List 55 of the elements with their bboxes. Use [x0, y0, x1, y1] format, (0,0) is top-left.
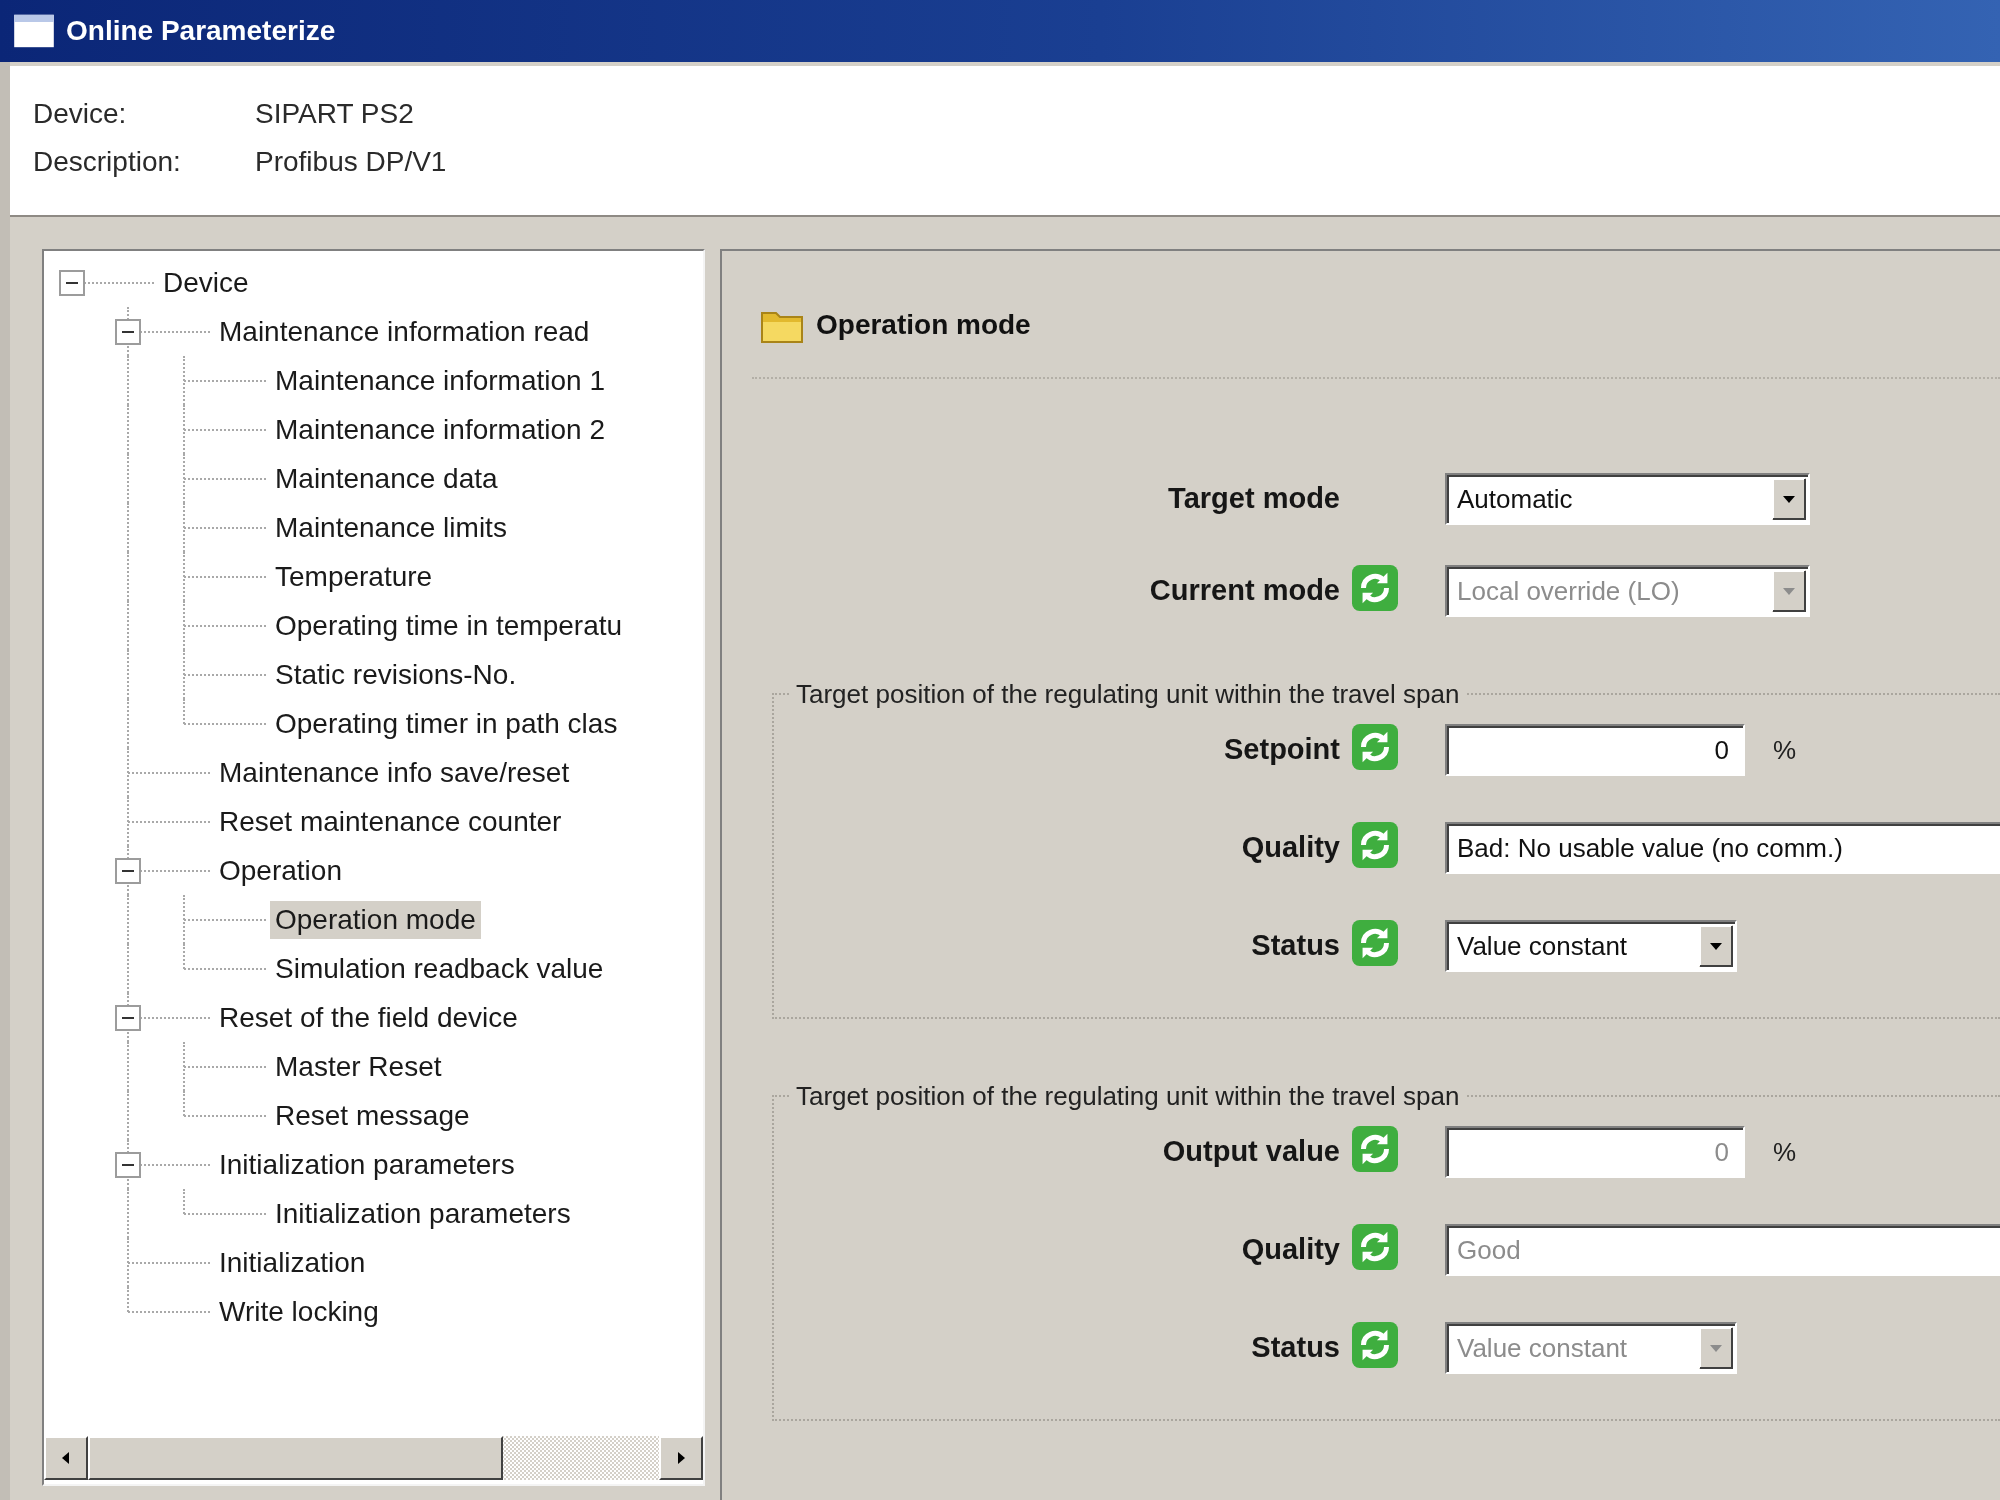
- field-label: Setpoint: [1223, 732, 1340, 768]
- tree-item[interactable]: Temperature: [270, 557, 438, 596]
- field-label: Status: [1250, 1330, 1340, 1366]
- tree-item[interactable]: Initialization parameters: [270, 1194, 576, 1233]
- group-legend: Target position of the regulating unit within the travel span: [790, 1079, 1466, 1113]
- scrollbar-thumb[interactable]: [88, 1436, 503, 1480]
- info-label: Device:: [33, 97, 128, 131]
- window-icon: [12, 13, 56, 49]
- tree-item[interactable]: Simulation readback value: [270, 949, 609, 988]
- tree-item[interactable]: Maintenance info save/reset: [214, 753, 575, 792]
- tree-item[interactable]: Maintenance limits: [270, 508, 512, 547]
- tree-item[interactable]: Initialization parameters: [214, 1145, 520, 1184]
- tree-item[interactable]: Maintenance data: [270, 459, 503, 498]
- collapse-icon[interactable]: [115, 1004, 141, 1031]
- tree-item[interactable]: Device: [158, 263, 254, 302]
- tree-item[interactable]: Operating time in temperatu: [270, 606, 628, 645]
- unit-label: %: [1773, 1135, 1797, 1169]
- text-field[interactable]: Bad: No usable value (no comm.): [1445, 822, 2000, 874]
- dropdown-arrow-icon[interactable]: [1772, 478, 1806, 520]
- tree-item[interactable]: Operation mode: [270, 900, 481, 939]
- tree-item[interactable]: Initialization: [214, 1243, 371, 1282]
- tree-item[interactable]: Maintenance information 2: [270, 410, 610, 449]
- number-field[interactable]: 0: [1445, 724, 1745, 776]
- collapse-icon[interactable]: [115, 1151, 141, 1178]
- collapse-icon[interactable]: [115, 857, 141, 884]
- field-label: Status: [1250, 928, 1340, 964]
- collapse-icon[interactable]: [59, 269, 85, 296]
- info-value: Profibus DP/V1: [255, 145, 447, 179]
- info-label: Description:: [33, 145, 182, 179]
- tree-item[interactable]: Reset of the field device: [214, 998, 523, 1037]
- field-label: Current mode: [1148, 573, 1340, 609]
- collapse-icon[interactable]: [115, 318, 141, 345]
- tree-item[interactable]: Write locking: [214, 1292, 384, 1331]
- scroll-right-button[interactable]: [659, 1436, 703, 1480]
- dropdown[interactable]: Automatic: [1445, 473, 1810, 525]
- tree-item[interactable]: Static revisions-No.: [270, 655, 522, 694]
- field-label: Quality: [1240, 1232, 1340, 1268]
- field-label: Quality: [1240, 830, 1340, 866]
- tree-item[interactable]: Reset maintenance counter: [214, 802, 567, 841]
- tree-item[interactable]: Master Reset: [270, 1047, 447, 1086]
- tree-item[interactable]: Maintenance information read: [214, 312, 595, 351]
- tree-item[interactable]: Operation: [214, 851, 347, 890]
- dropdown-arrow-icon[interactable]: [1699, 925, 1733, 967]
- window-title: Online Parameterize: [66, 14, 336, 48]
- unit-label: %: [1773, 733, 1797, 767]
- dropdown[interactable]: Value constant: [1445, 920, 1737, 972]
- info-value: SIPART PS2: [255, 97, 415, 131]
- tree-item[interactable]: Reset message: [270, 1096, 475, 1135]
- section-title: Operation mode: [816, 308, 1031, 342]
- tree-item[interactable]: Operating timer in path clas: [270, 704, 623, 743]
- scroll-left-button[interactable]: [44, 1436, 88, 1480]
- field-label: Target mode: [1167, 481, 1340, 517]
- group-legend: Target position of the regulating unit within the travel span: [790, 677, 1466, 711]
- field-label: Output value: [1161, 1134, 1340, 1170]
- tree-item[interactable]: Maintenance information 1: [270, 361, 610, 400]
